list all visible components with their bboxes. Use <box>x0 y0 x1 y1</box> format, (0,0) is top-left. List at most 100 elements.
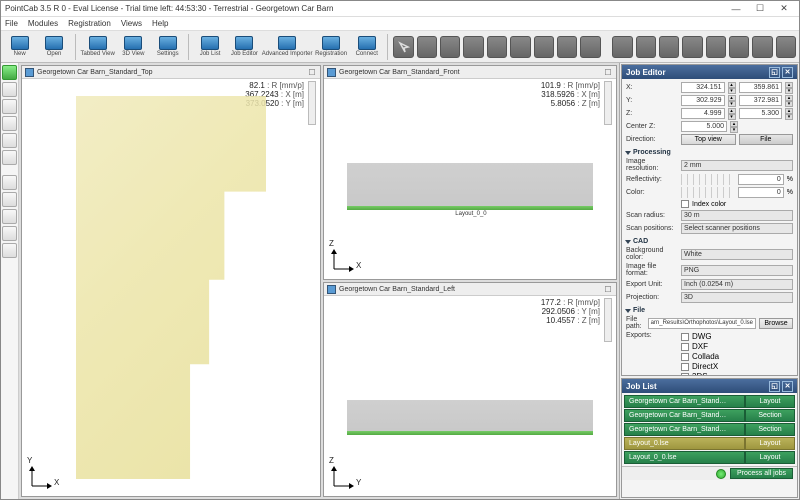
image-file-format-select[interactable]: PNG <box>681 265 793 276</box>
cad-section-header[interactable]: CAD <box>626 238 793 245</box>
tb-connect[interactable]: Connect <box>351 32 382 62</box>
spinner[interactable]: ▴▾ <box>785 82 793 93</box>
spinner[interactable]: ▴▾ <box>728 108 736 119</box>
centerz-input[interactable]: 5.000 <box>681 121 727 132</box>
viewport-left-canvas[interactable]: 177.2 : R [mm/p] 292.0506 : Y [m] 10.455… <box>324 296 616 496</box>
tool-11[interactable] <box>659 36 679 58</box>
job-row[interactable]: Layout_0.lseLayout <box>624 437 795 450</box>
tool-1[interactable] <box>417 36 437 58</box>
menu-file[interactable]: File <box>5 19 18 28</box>
job-row[interactable]: Georgetown Car Barn_Stand…Layout <box>624 395 795 408</box>
rail-tool-10[interactable] <box>2 243 17 258</box>
viewport-top-canvas[interactable]: 82.1 : R [mm/p] 367.2243 : X [m] 373.052… <box>22 79 320 496</box>
tool-10[interactable] <box>636 36 656 58</box>
projection-select[interactable]: 3D <box>681 292 793 303</box>
rail-cursor[interactable] <box>2 65 17 80</box>
tb-jobeditor[interactable]: Job Editor <box>229 32 260 62</box>
tool-7[interactable] <box>557 36 577 58</box>
tb-open[interactable]: Open <box>38 32 69 62</box>
tb-registration[interactable]: Registration <box>314 32 348 62</box>
scan-radius-select[interactable]: 30 m <box>681 210 793 221</box>
process-all-jobs-button[interactable]: Process all jobs <box>730 468 793 479</box>
viewport-left[interactable]: Georgetown Car Barn_Standard_Left ☐ 177.… <box>323 282 617 497</box>
tool-15[interactable] <box>752 36 772 58</box>
image-resolution-select[interactable]: 2 mm <box>681 160 793 171</box>
scan-positions-select[interactable]: Select scanner positions <box>681 223 793 234</box>
rail-tool-1[interactable] <box>2 82 17 97</box>
viewport-close-icon[interactable]: ☐ <box>603 285 613 294</box>
export-dxf-checkbox[interactable] <box>681 343 689 351</box>
spinner[interactable]: ▴▾ <box>730 121 738 132</box>
menu-registration[interactable]: Registration <box>68 19 111 28</box>
rail-tool-7[interactable] <box>2 192 17 207</box>
z-min-input[interactable]: 4.999 <box>681 108 725 119</box>
viewport-close-icon[interactable]: ☐ <box>603 68 613 77</box>
rail-tool-6[interactable] <box>2 175 17 190</box>
tb-settings[interactable]: Settings <box>152 32 183 62</box>
tool-3[interactable] <box>463 36 483 58</box>
tool-2[interactable] <box>440 36 460 58</box>
z-max-input[interactable]: 5.300 <box>739 108 783 119</box>
spinner[interactable]: ▴▾ <box>728 95 736 106</box>
tool-9[interactable] <box>612 36 632 58</box>
viewport-close-icon[interactable]: ☐ <box>307 68 317 77</box>
job-row[interactable]: Georgetown Car Barn_Stand…Section <box>624 423 795 436</box>
tool-4[interactable] <box>487 36 507 58</box>
rail-tool-4[interactable] <box>2 133 17 148</box>
tb-advanced-importer[interactable]: Advanced Importer <box>263 32 311 62</box>
direction-file-button[interactable]: File <box>739 134 794 145</box>
viewport-front-canvas[interactable]: 101.9 : R [mm/p] 318.5926 : X [m] 5.8056… <box>324 79 616 279</box>
tool-12[interactable] <box>682 36 702 58</box>
minimize-button[interactable]: — <box>725 2 747 16</box>
menu-help[interactable]: Help <box>152 19 168 28</box>
rail-tool-2[interactable] <box>2 99 17 114</box>
reflectivity-value[interactable]: 0 <box>738 174 784 185</box>
y-max-input[interactable]: 372.981 <box>739 95 783 106</box>
color-slider[interactable] <box>681 187 735 198</box>
tool-13[interactable] <box>706 36 726 58</box>
close-button[interactable]: ✕ <box>773 2 795 16</box>
tool-16[interactable] <box>776 36 796 58</box>
panel-close-icon[interactable]: ✕ <box>782 67 793 78</box>
spinner[interactable]: ▴▾ <box>785 108 793 119</box>
menu-views[interactable]: Views <box>121 19 142 28</box>
zoom-slider[interactable] <box>604 298 612 342</box>
processing-section-header[interactable]: Processing <box>626 149 793 156</box>
tool-select[interactable] <box>393 36 413 58</box>
file-path-input[interactable]: arn_Results\Orthophotos\Layout_0.lse <box>648 318 756 329</box>
export-3ds-checkbox[interactable] <box>681 373 689 376</box>
tool-8[interactable] <box>580 36 600 58</box>
export-unit-select[interactable]: Inch (0.0254 m) <box>681 279 793 290</box>
maximize-button[interactable]: ☐ <box>749 2 771 16</box>
tb-joblist[interactable]: Job List <box>194 32 225 62</box>
tool-5[interactable] <box>510 36 530 58</box>
rail-tool-9[interactable] <box>2 226 17 241</box>
job-row[interactable]: Georgetown Car Barn_Stand…Section <box>624 409 795 422</box>
browse-button[interactable]: Browse <box>759 318 793 329</box>
export-dwg-checkbox[interactable] <box>681 333 689 341</box>
spinner[interactable]: ▴▾ <box>728 82 736 93</box>
viewport-front[interactable]: Georgetown Car Barn_Standard_Front ☐ 101… <box>323 65 617 280</box>
export-collada-checkbox[interactable] <box>681 353 689 361</box>
panel-close-icon[interactable]: ✕ <box>782 381 793 392</box>
tool-14[interactable] <box>729 36 749 58</box>
tb-tabbed-view[interactable]: Tabbed View <box>81 32 115 62</box>
tb-3d-view[interactable]: 3D View <box>118 32 149 62</box>
menu-modules[interactable]: Modules <box>28 19 58 28</box>
x-min-input[interactable]: 324.151 <box>681 82 725 93</box>
spinner[interactable]: ▴▾ <box>785 95 793 106</box>
panel-undock-icon[interactable]: ◱ <box>769 381 780 392</box>
panel-undock-icon[interactable]: ◱ <box>769 67 780 78</box>
file-section-header[interactable]: File <box>626 307 793 314</box>
tool-6[interactable] <box>534 36 554 58</box>
x-max-input[interactable]: 359.861 <box>739 82 783 93</box>
y-min-input[interactable]: 302.929 <box>681 95 725 106</box>
viewport-top[interactable]: Georgetown Car Barn_Standard_Top ☐ 82.1 … <box>21 65 321 497</box>
rail-tool-8[interactable] <box>2 209 17 224</box>
zoom-slider[interactable] <box>308 81 316 125</box>
color-value[interactable]: 0 <box>738 187 784 198</box>
rail-tool-3[interactable] <box>2 116 17 131</box>
bg-color-select[interactable]: White <box>681 249 793 260</box>
tb-new[interactable]: New <box>4 32 35 62</box>
rail-tool-5[interactable] <box>2 150 17 165</box>
